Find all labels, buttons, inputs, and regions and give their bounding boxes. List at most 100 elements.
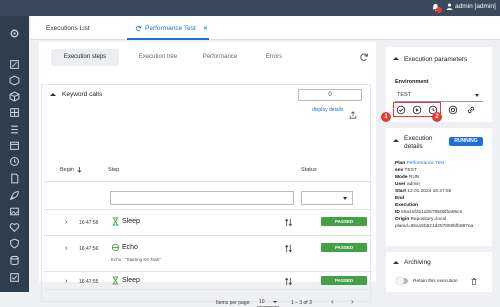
display-details-link[interactable]: display details — [312, 107, 343, 113]
sync-icon — [135, 26, 142, 32]
collapse-caret-icon[interactable] — [393, 57, 399, 60]
user-menu[interactable]: admin [admin] — [446, 3, 496, 10]
collapse-caret-icon[interactable] — [393, 261, 399, 264]
detail-key: End — [395, 196, 405, 201]
subtab-performance[interactable]: Performance — [193, 49, 247, 66]
list-icon[interactable] — [9, 124, 20, 135]
detail-key: Execution — [395, 203, 418, 208]
grid-icon[interactable] — [9, 107, 20, 118]
subtab-execution-steps[interactable]: Execution steps — [51, 49, 119, 66]
detail-key: Mode — [395, 175, 408, 180]
table-row[interactable]: › 16:47:55 Sleep PASSED — [44, 273, 372, 293]
swap-icon[interactable] — [284, 277, 293, 286]
table-row[interactable]: › 16:47:56 Echo Echo : "Starting K6 Task… — [44, 240, 372, 270]
detail-value: RUN — [408, 175, 420, 180]
image-icon[interactable] — [9, 206, 20, 217]
edit-icon[interactable] — [9, 59, 20, 70]
expand-row-icon[interactable]: › — [65, 245, 67, 252]
environment-select[interactable]: TEST — [395, 88, 483, 102]
detail-env: env TEST — [395, 168, 417, 173]
calendar-icon[interactable] — [9, 140, 20, 151]
plan-link[interactable]: Performance Test — [406, 161, 444, 166]
refresh-icon[interactable] — [359, 52, 369, 62]
column-begin[interactable]: Begin — [60, 167, 82, 173]
items-per-page-select[interactable]: 10 — [257, 297, 279, 307]
check-circle-icon[interactable] — [396, 105, 406, 115]
keyword-counter: 0 — [298, 89, 362, 101]
swap-icon[interactable] — [284, 218, 293, 227]
filter-divider — [44, 209, 372, 210]
trash-icon[interactable] — [470, 277, 478, 286]
cube-icon[interactable] — [9, 75, 20, 86]
collapse-caret-icon[interactable] — [50, 93, 56, 96]
gear-icon[interactable] — [9, 28, 20, 39]
shield-icon[interactable] — [9, 238, 20, 249]
table-row[interactable]: › 16:47:56 Sleep PASSED — [44, 214, 372, 234]
archiving-title: Archiving — [404, 259, 431, 266]
detail-mode: Mode RUN — [395, 175, 419, 180]
user-name: admin [admin] — [455, 3, 496, 10]
swap-icon[interactable] — [284, 244, 293, 253]
step-filter-input[interactable] — [110, 191, 294, 205]
keyword-calls-header[interactable]: Keyword calls — [50, 91, 102, 98]
execution-details-title-line2: details — [404, 143, 423, 150]
close-tab-icon[interactable]: ✕ — [203, 25, 208, 32]
row-step-detail: Echo : "Starting K6 Task" — [111, 257, 161, 262]
retain-execution-label: Retain this execution — [413, 279, 458, 284]
chevron-down-icon — [273, 301, 277, 303]
status-filter-select[interactable] — [301, 191, 353, 205]
detail-value: 12.01.2024 16:47:55 — [407, 189, 452, 194]
collapse-caret-icon[interactable] — [393, 139, 399, 142]
active-tab-indicator — [127, 38, 209, 40]
archiving-panel: Archiving Retain this execution — [386, 252, 492, 292]
document-icon[interactable] — [9, 173, 20, 184]
expand-row-icon[interactable]: › — [65, 219, 67, 226]
detail-value: admin — [407, 182, 421, 187]
sub-tabs: Execution steps Execution tree Performan… — [51, 49, 341, 67]
checkbox-icon[interactable] — [9, 272, 20, 283]
detail-value: Repository=local — [410, 217, 447, 222]
tab-performance-test[interactable]: Performance Test ✕ — [135, 25, 208, 32]
execution-details-title-line1: Execution — [404, 135, 433, 142]
detail-user: User admin — [395, 182, 420, 187]
row-begin-time: 16:47:55 — [79, 279, 99, 285]
row-begin-time: 16:47:56 — [79, 220, 99, 226]
detail-plan: Plan Performance Test — [395, 161, 444, 166]
tab-bar: Executions List Performance Test ✕ — [31, 16, 500, 40]
subtab-execution-tree[interactable]: Execution tree — [123, 49, 193, 66]
target-icon[interactable] — [448, 105, 458, 115]
heart-icon[interactable] — [9, 222, 20, 233]
rocket-icon[interactable] — [9, 190, 20, 201]
environment-label: Environment — [395, 79, 429, 85]
link-icon[interactable] — [466, 105, 476, 115]
retain-execution-toggle[interactable] — [396, 277, 408, 285]
detail-value: planid=65a15b621d257850bfb997ea — [395, 224, 474, 229]
detail-key: Start — [395, 189, 406, 194]
expand-row-icon[interactable]: › — [65, 278, 67, 285]
keyword-calls-panel: Keyword calls 0 display details Begin St… — [41, 84, 372, 307]
environment-value: TEST — [397, 92, 412, 98]
row-step-label: Echo — [122, 244, 138, 251]
tab-performance-test-label: Performance Test — [145, 25, 196, 32]
previous-page-icon[interactable]: ‹ — [331, 297, 334, 306]
header-divider — [44, 181, 372, 182]
status-badge: PASSED — [321, 217, 367, 226]
echo-icon — [111, 243, 120, 252]
chevron-down-icon — [475, 94, 479, 97]
row-begin-time: 16:47:56 — [79, 246, 99, 252]
detail-key: ID — [395, 210, 400, 215]
cube-outline-icon[interactable] — [9, 91, 20, 102]
next-page-icon[interactable]: › — [351, 297, 354, 306]
tab-executions-list[interactable]: Executions List — [46, 25, 90, 32]
status-badge: PASSED — [321, 243, 367, 252]
clock-icon[interactable] — [9, 156, 20, 167]
row-divider — [44, 235, 372, 236]
play-circle-icon[interactable] — [412, 105, 422, 115]
status-badge: PASSED — [321, 276, 367, 285]
pagination-range: 1 – 3 of 3 — [291, 300, 312, 306]
subtab-errors[interactable]: Errors — [255, 49, 293, 66]
callout-marker-1: 1 — [381, 112, 391, 122]
database-icon[interactable] — [9, 255, 20, 266]
export-icon[interactable] — [349, 111, 357, 119]
detail-id: ID 65a15f2b1d257850bfba95ce — [395, 210, 462, 215]
